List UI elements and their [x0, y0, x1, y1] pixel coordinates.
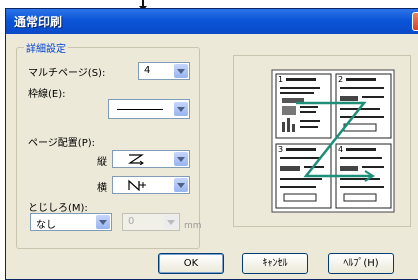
binding-select[interactable]: なし — [30, 213, 112, 231]
group-legend: 詳細設定 — [24, 40, 68, 55]
dialog-title: 通常印刷 — [14, 15, 63, 29]
binding-margin-value: 0 — [128, 216, 135, 227]
page-number-4: 4 — [338, 145, 343, 154]
page-number-2: 2 — [338, 75, 343, 84]
multipage-select[interactable]: 4 — [138, 62, 190, 80]
page-number-3: 3 — [278, 145, 283, 154]
chevron-down-icon[interactable] — [96, 215, 110, 229]
chevron-down-icon[interactable] — [174, 102, 188, 116]
preview-page-1: 1 — [275, 73, 332, 139]
title-bar[interactable]: 通常印刷 X — [6, 9, 418, 34]
help-button[interactable]: ﾍﾙﾌﾟ(H) — [328, 253, 394, 274]
preview-canvas: 1 2 3 4 — [271, 69, 395, 213]
chevron-down-icon — [164, 215, 178, 229]
ok-button[interactable]: OK — [158, 253, 224, 274]
chevron-down-icon[interactable] — [174, 64, 188, 78]
page-number-1: 1 — [278, 75, 283, 84]
line-style-icon — [117, 109, 163, 110]
page-layout-preview: 1 2 3 4 — [233, 55, 411, 227]
horizontal-order-label: 横 — [97, 183, 107, 194]
multipage-label: マルチページ(S): — [28, 68, 106, 79]
z-order-icon — [128, 154, 144, 165]
border-label: 枠線(E): — [28, 89, 66, 100]
page-order-label: ページ配置(P): — [28, 138, 96, 149]
n-order-icon — [128, 179, 146, 191]
cancel-button[interactable]: ｷｬﾝｾﾙ — [242, 253, 308, 274]
unit-label: mm — [184, 221, 202, 231]
binding-margin-input: 0 — [122, 213, 180, 231]
binding-margin-label: とじしろ(M): — [28, 203, 88, 214]
vertical-order-select[interactable] — [112, 150, 190, 168]
print-dialog: 通常印刷 X 詳細設定 マルチページ(S): 4 枠線(E): ページ配置(P)… — [5, 8, 418, 280]
chevron-down-icon[interactable] — [174, 178, 188, 192]
close-button[interactable]: X — [412, 12, 418, 31]
border-select[interactable] — [108, 99, 190, 119]
vertical-order-label: 縦 — [97, 157, 107, 168]
multipage-value: 4 — [144, 65, 151, 76]
horizontal-order-select[interactable] — [112, 176, 190, 194]
chevron-down-icon[interactable] — [174, 152, 188, 166]
binding-value: なし — [36, 220, 56, 231]
